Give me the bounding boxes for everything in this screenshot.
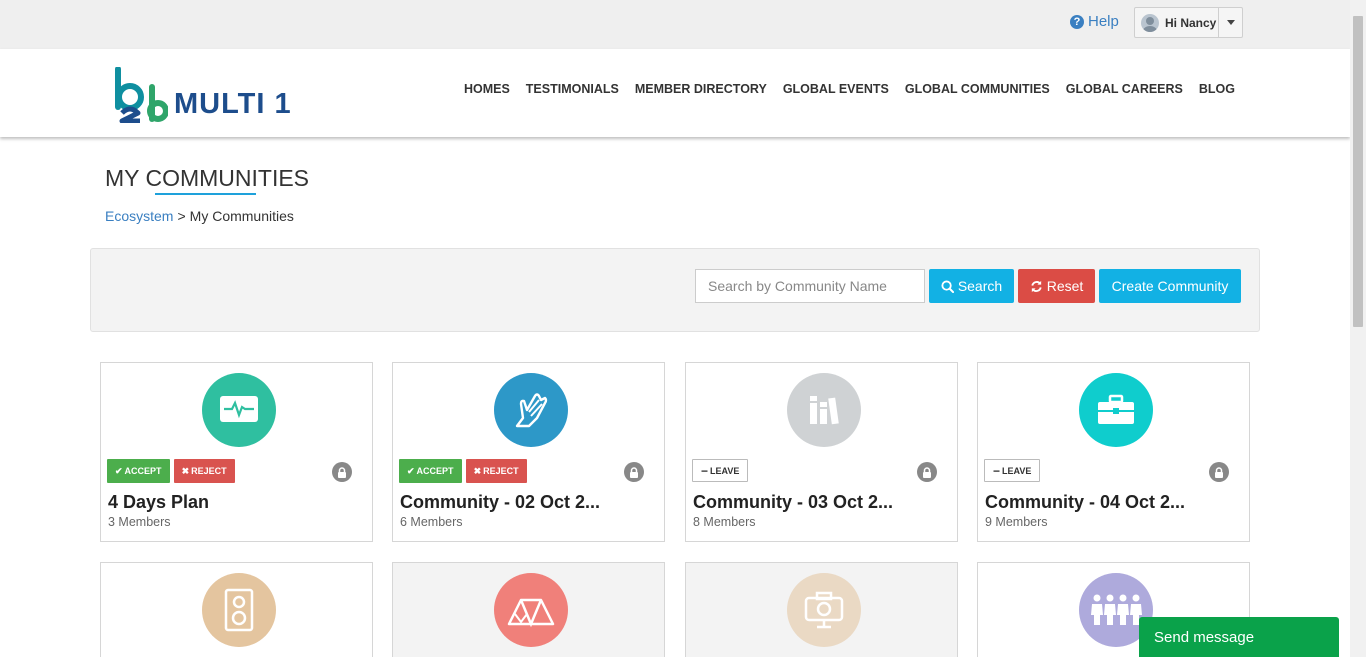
card-actions: ✔ ACCEPT ✖ REJECT — [107, 459, 235, 483]
check-icon: ✔ — [115, 465, 123, 476]
main-nav: HOMES TESTIMONIALS MEMBER DIRECTORY GLOB… — [464, 82, 1235, 96]
community-title[interactable]: 4 Days Plan — [108, 492, 209, 513]
reject-label: REJECT — [483, 466, 519, 476]
user-avatar-icon — [1141, 13, 1159, 32]
search-panel: Search Reset Create Community — [90, 248, 1260, 332]
search-button[interactable]: Search — [929, 269, 1014, 303]
help-link[interactable]: ? Help — [1070, 13, 1119, 30]
reset-button-label: Reset — [1046, 278, 1084, 294]
accept-label: ACCEPT — [124, 466, 162, 476]
nav-global-careers[interactable]: GLOBAL CAREERS — [1066, 82, 1183, 96]
logo-text: MULTI 1 — [174, 88, 292, 120]
breadcrumb-separator: > — [177, 208, 186, 224]
lock-icon — [332, 462, 352, 482]
books-icon — [787, 373, 861, 447]
accept-label: ACCEPT — [416, 466, 454, 476]
lock-icon — [624, 462, 644, 482]
send-message-button[interactable]: Send message — [1139, 617, 1339, 657]
breadcrumb-ecosystem-link[interactable]: Ecosystem — [105, 208, 173, 224]
user-greeting: Hi Nancy — [1165, 15, 1217, 30]
nav-global-communities[interactable]: GLOBAL COMMUNITIES — [905, 82, 1050, 96]
refresh-icon — [1031, 280, 1042, 292]
site-logo[interactable]: MULTI 1 — [112, 63, 292, 123]
help-label: Help — [1088, 13, 1119, 30]
search-button-label: Search — [957, 278, 1003, 294]
nav-member-directory[interactable]: MEMBER DIRECTORY — [635, 82, 767, 96]
card-actions: − LEAVE — [984, 459, 1041, 482]
nav-global-events[interactable]: GLOBAL EVENTS — [783, 82, 889, 96]
member-count: 3 Members — [108, 515, 171, 529]
scrollbar-thumb[interactable] — [1353, 16, 1363, 327]
minus-icon: − — [993, 463, 1001, 478]
community-title[interactable]: Community - 02 Oct 2... — [400, 492, 600, 513]
community-title[interactable]: Community - 04 Oct 2... — [985, 492, 1185, 513]
community-card[interactable] — [392, 562, 665, 657]
user-menu-toggle[interactable] — [1218, 8, 1242, 37]
briefcase-icon — [1079, 373, 1153, 447]
top-bar: ? Help Hi Nancy — [0, 0, 1350, 49]
accept-button[interactable]: ✔ ACCEPT — [107, 459, 170, 483]
create-community-label: Create Community — [1111, 278, 1229, 294]
praying-hands-icon — [494, 373, 568, 447]
leave-button[interactable]: − LEAVE — [692, 459, 749, 482]
user-menu-button[interactable]: Hi Nancy — [1135, 8, 1218, 37]
leave-button[interactable]: − LEAVE — [984, 459, 1041, 482]
card-actions: − LEAVE — [692, 459, 749, 482]
community-title[interactable]: Community - 03 Oct 2... — [693, 492, 893, 513]
camera-icon — [787, 573, 861, 647]
site-header: MULTI 1 HOMES TESTIMONIALS MEMBER DIRECT… — [0, 49, 1350, 137]
b2b-logo-icon — [115, 67, 168, 123]
community-card[interactable]: − LEAVE Community - 04 Oct 2... 9 Members — [977, 362, 1250, 542]
pulse-monitor-icon — [202, 373, 276, 447]
member-count: 8 Members — [693, 515, 756, 529]
lock-icon — [1209, 462, 1229, 482]
community-search-input[interactable] — [695, 269, 925, 303]
leave-label: LEAVE — [710, 465, 740, 476]
page-scrollbar[interactable] — [1350, 0, 1366, 657]
caret-down-icon — [1226, 20, 1235, 25]
lock-icon — [917, 462, 937, 482]
check-icon: ✔ — [407, 465, 415, 476]
page-title: MY COMMUNITIES — [105, 165, 310, 191]
leave-label: LEAVE — [1002, 465, 1032, 476]
accept-button[interactable]: ✔ ACCEPT — [399, 459, 462, 483]
minus-icon: − — [701, 463, 709, 478]
breadcrumb-current: My Communities — [189, 208, 294, 224]
community-card[interactable]: ✔ ACCEPT ✖ REJECT Community - 02 Oct 2... … — [392, 362, 665, 542]
tent-icon — [494, 573, 568, 647]
community-card[interactable]: ✔ ACCEPT ✖ REJECT 4 Days Plan 3 Members — [100, 362, 373, 542]
nav-homes[interactable]: HOMES — [464, 82, 510, 96]
reset-button[interactable]: Reset — [1018, 269, 1095, 303]
times-icon: ✖ — [473, 465, 482, 476]
user-menu: Hi Nancy — [1134, 7, 1243, 38]
search-icon — [941, 279, 954, 293]
member-count: 6 Members — [400, 515, 463, 529]
card-actions: ✔ ACCEPT ✖ REJECT — [399, 459, 527, 483]
nav-blog[interactable]: BLOG — [1199, 82, 1235, 96]
create-community-button[interactable]: Create Community — [1099, 269, 1241, 303]
title-underline — [155, 193, 256, 195]
question-circle-icon: ? — [1070, 14, 1084, 29]
speaker-icon — [202, 573, 276, 647]
community-card[interactable] — [685, 562, 958, 657]
reject-button[interactable]: ✖ REJECT — [173, 459, 235, 483]
community-card[interactable]: − LEAVE Community - 03 Oct 2... 8 Members — [685, 362, 958, 542]
reject-button[interactable]: ✖ REJECT — [465, 459, 527, 483]
breadcrumb: Ecosystem > My Communities — [105, 208, 294, 224]
times-icon: ✖ — [181, 465, 190, 476]
reject-label: REJECT — [191, 466, 227, 476]
community-card[interactable] — [100, 562, 373, 657]
member-count: 9 Members — [985, 515, 1048, 529]
nav-testimonials[interactable]: TESTIMONIALS — [526, 82, 619, 96]
